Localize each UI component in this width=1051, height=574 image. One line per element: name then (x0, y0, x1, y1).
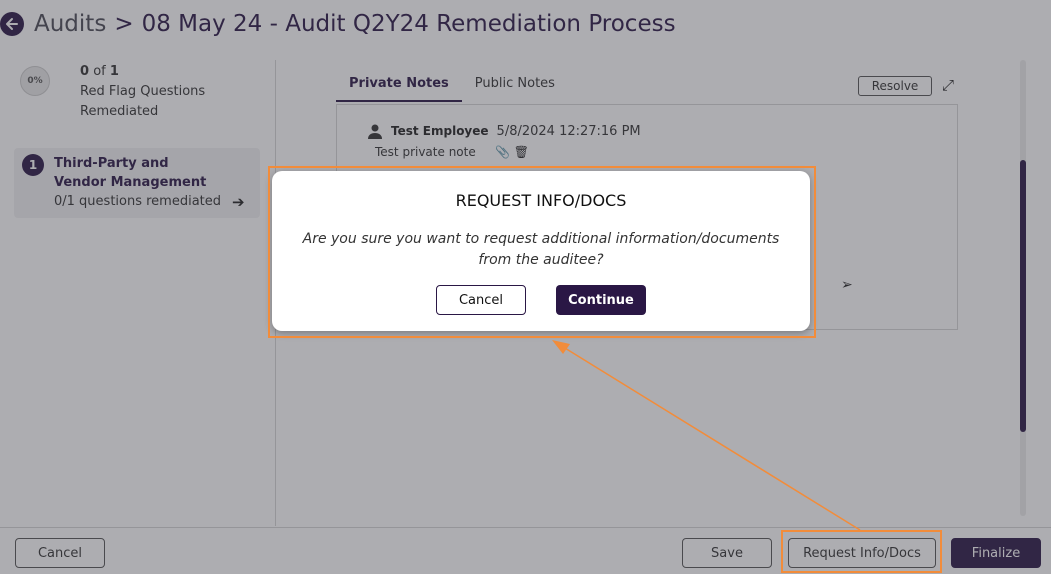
annotation-arrow (552, 340, 861, 531)
